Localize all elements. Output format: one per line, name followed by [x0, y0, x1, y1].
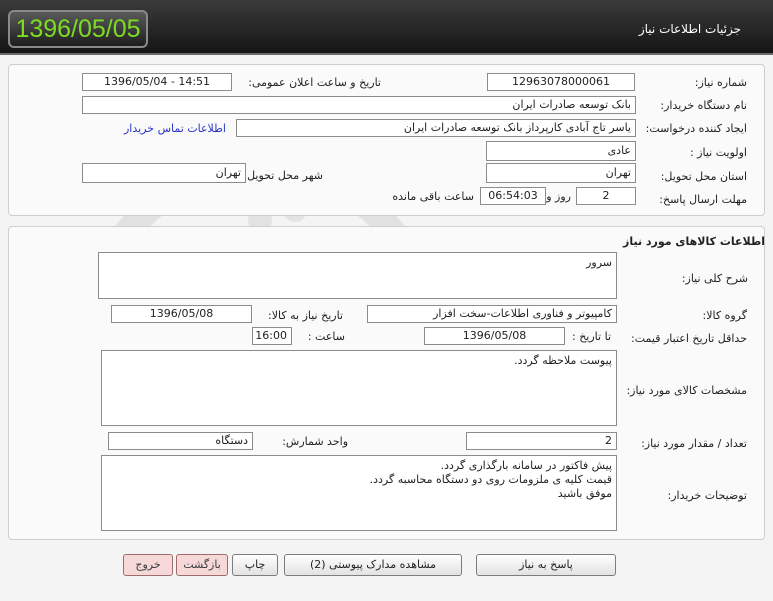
deadline-time-field: 06:54:03	[480, 187, 546, 205]
delivery-province-field: تهران	[486, 163, 636, 183]
view-attachments-button[interactable]: مشاهده مدارک پیوستی (2)	[284, 554, 462, 576]
unit-field: دستگاه	[108, 432, 253, 450]
buyer-org-field: بانک توسعه صادرات ایران	[82, 96, 636, 114]
reply-to-need-button[interactable]: پاسخ به نیاز	[476, 554, 616, 576]
quantity-field: 2	[466, 432, 617, 450]
need-date-field: 1396/05/08	[111, 305, 252, 323]
days-and-label: روز و	[546, 190, 571, 203]
unit-label: واحد شمارش:	[282, 435, 348, 448]
delivery-city-label: شهر محل تحویل:	[243, 169, 323, 182]
goods-specs-label: مشخصات کالای مورد نیاز:	[626, 384, 747, 397]
back-button[interactable]: بازگشت	[176, 554, 228, 576]
goods-group-label: گروه کالا:	[702, 309, 747, 322]
delivery-city-field: تهران	[82, 163, 246, 183]
validity-time-field: 16:00	[252, 327, 292, 345]
page-title: جزئیات اطلاعات نیاز	[638, 22, 741, 36]
until-date-label: تا تاریخ :	[572, 330, 611, 343]
requester-label: ایجاد کننده درخواست:	[645, 122, 747, 135]
exit-button[interactable]: خروج	[123, 554, 173, 576]
announce-datetime-field: 1396/05/04 - 14:51	[82, 73, 232, 91]
remaining-hours-label: ساعت باقی مانده	[392, 190, 474, 203]
need-number-label: شماره نیاز:	[694, 76, 747, 89]
goods-specs-field: پیوست ملاحظه گردد.	[101, 350, 617, 426]
priority-label: اولویت نیاز :	[689, 146, 747, 159]
header-date: 1396/05/05	[8, 10, 148, 48]
deadline-days-field: 2	[576, 187, 636, 205]
need-date-label: تاریخ نیاز به کالا:	[268, 309, 343, 322]
delivery-province-label: استان محل تحویل:	[660, 170, 747, 183]
buyer-notes-field: پیش فاکتور در سامانه بارگذاری گردد. قیمت…	[101, 455, 617, 531]
print-button[interactable]: چاپ	[232, 554, 278, 576]
price-validity-label: حداقل تاریخ اعتبار قیمت:	[631, 332, 747, 345]
general-description-label: شرح کلی نیاز:	[681, 272, 748, 285]
priority-field: عادی	[486, 141, 636, 161]
announce-datetime-label: تاریخ و ساعت اعلان عمومی:	[248, 76, 381, 89]
buyer-notes-label: توضیحات خریدار:	[667, 489, 748, 502]
need-number-field: 12963078000061	[487, 73, 635, 91]
buyer-org-label: نام دستگاه خریدار:	[660, 99, 747, 112]
general-description-field: سرور	[98, 252, 617, 299]
page-header: 1396/05/05 جزئیات اطلاعات نیاز	[0, 0, 773, 55]
quantity-label: تعداد / مقدار مورد نیاز:	[641, 437, 747, 450]
requester-field: یاسر تاج آبادی کارپرداز بانک توسعه صادرا…	[236, 119, 636, 137]
reply-deadline-label: مهلت ارسال پاسخ:	[659, 193, 747, 206]
validity-time-label: ساعت :	[307, 330, 345, 343]
goods-section-title: اطلاعات کالاهای مورد نیاز	[623, 235, 765, 248]
buyer-contact-link[interactable]: اطلاعات تماس خریدار	[124, 122, 226, 135]
goods-group-field: کامپیوتر و فناوری اطلاعات-سخت افزار	[367, 305, 617, 323]
until-date-field: 1396/05/08	[424, 327, 565, 345]
